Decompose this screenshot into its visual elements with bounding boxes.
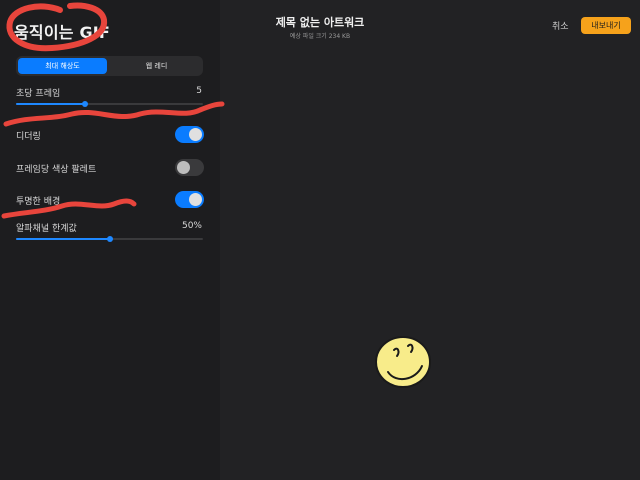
artwork-title: 제목 없는 아트워크 bbox=[275, 16, 365, 29]
alpha-threshold-value: 50% bbox=[181, 221, 202, 231]
fps-slider-thumb[interactable] bbox=[82, 101, 88, 107]
fps-label: 초당 프레임 bbox=[16, 89, 61, 99]
alpha-slider-fill bbox=[16, 238, 110, 240]
palette-toggle-knob bbox=[177, 161, 190, 174]
palette-toggle[interactable] bbox=[175, 159, 204, 176]
transparent-bg-toggle-knob bbox=[189, 193, 202, 206]
export-gif-screen: 움직이는 GIF 최대 해상도 웹 레디 초당 프레임 5 디더링 프레임당 색… bbox=[0, 0, 640, 480]
palette-label: 프레임당 색상 팔레트 bbox=[16, 165, 97, 175]
export-button[interactable]: 내보내기 bbox=[581, 17, 631, 34]
artwork-preview-area bbox=[220, 0, 640, 480]
segment-max-resolution[interactable]: 최대 해상도 bbox=[18, 58, 107, 74]
alpha-threshold-slider[interactable] bbox=[16, 236, 203, 242]
alpha-threshold-label: 알파채널 한계값 bbox=[16, 224, 77, 234]
dithering-toggle-knob bbox=[189, 128, 202, 141]
export-settings-panel: 움직이는 GIF 최대 해상도 웹 레디 초당 프레임 5 디더링 프레임당 색… bbox=[0, 0, 220, 480]
fps-slider-fill bbox=[16, 103, 85, 105]
estimated-file-size: 예상 파일 크기 234 KB bbox=[289, 33, 351, 40]
alpha-slider-thumb[interactable] bbox=[107, 236, 113, 242]
transparent-bg-label: 투명한 배경 bbox=[16, 197, 61, 207]
fps-slider[interactable] bbox=[16, 101, 203, 107]
segment-web-ready[interactable]: 웹 레디 bbox=[112, 58, 201, 74]
dithering-label: 디더링 bbox=[16, 132, 41, 142]
resolution-segmented-control[interactable]: 최대 해상도 웹 레디 bbox=[16, 56, 203, 76]
fps-value: 5 bbox=[196, 86, 202, 96]
dithering-toggle[interactable] bbox=[175, 126, 204, 143]
transparent-bg-toggle[interactable] bbox=[175, 191, 204, 208]
cancel-button[interactable]: 취소 bbox=[552, 19, 569, 32]
